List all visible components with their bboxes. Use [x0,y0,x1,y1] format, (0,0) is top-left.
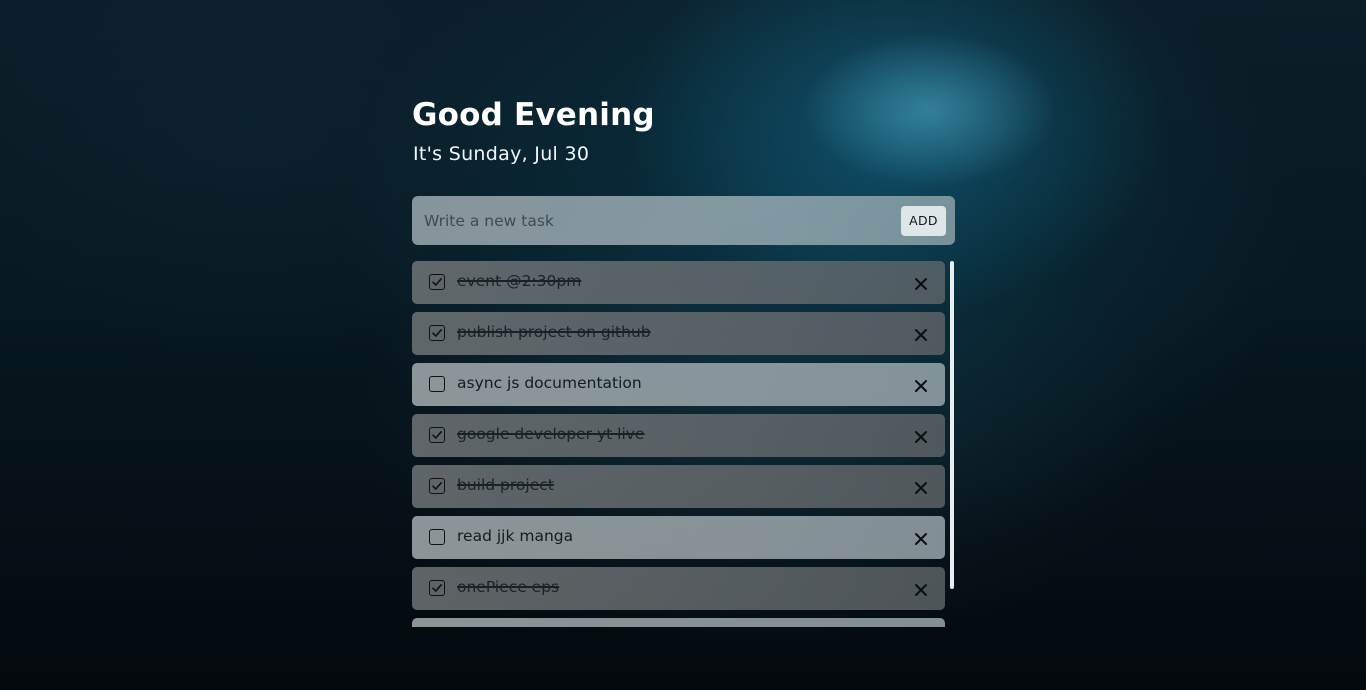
close-icon[interactable] [914,378,928,392]
task-item: publish project on github [412,312,945,355]
date-subtitle: It's Sunday, Jul 30 [413,143,590,165]
task-text: event @2:30pm [457,272,582,290]
task-text: publish project on github [457,323,651,341]
task-item: onePiece eps [412,567,945,610]
new-task-form: ADD [412,196,955,245]
task-item [412,618,945,627]
task-text: google developer yt live [457,425,645,443]
task-list[interactable]: event @2:30pm publish project on github … [412,261,945,627]
checkbox-icon[interactable] [429,580,445,596]
new-task-input[interactable] [412,196,901,245]
task-item: async js documentation [412,363,945,406]
greeting-heading: Good Evening [412,97,655,133]
checkbox-icon[interactable] [429,478,445,494]
close-icon[interactable] [914,480,928,494]
task-item: read jjk manga [412,516,945,559]
close-icon[interactable] [914,327,928,341]
close-icon[interactable] [914,531,928,545]
task-text: onePiece eps [457,578,560,596]
checkbox-icon[interactable] [429,376,445,392]
task-item: build project [412,465,945,508]
checkbox-icon[interactable] [429,529,445,545]
add-task-button[interactable]: ADD [901,205,946,236]
task-text: async js documentation [457,374,642,392]
task-item: event @2:30pm [412,261,945,304]
task-item: google developer yt live [412,414,945,457]
task-text: read jjk manga [457,527,574,545]
checkbox-icon[interactable] [429,325,445,341]
checkbox-icon[interactable] [429,427,445,443]
scrollbar-thumb[interactable] [950,261,954,589]
checkbox-icon[interactable] [429,274,445,290]
task-text: build project [457,476,554,494]
close-icon[interactable] [914,276,928,290]
close-icon[interactable] [914,582,928,596]
task-list-scrollbar[interactable] [950,261,955,590]
close-icon[interactable] [914,429,928,443]
